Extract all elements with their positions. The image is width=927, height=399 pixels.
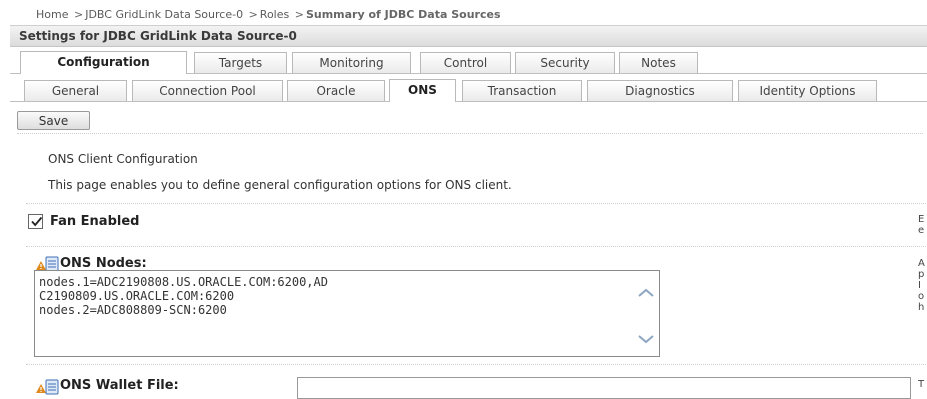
ons-nodes-help: A p I o h bbox=[918, 258, 927, 313]
checkmark-icon bbox=[31, 216, 43, 227]
ons-wallet-file-input[interactable] bbox=[297, 377, 911, 399]
breadcrumb-separator: > bbox=[73, 8, 84, 21]
breadcrumb-separator: > bbox=[248, 8, 258, 21]
chevron-up-icon[interactable] bbox=[637, 287, 655, 299]
tab-targets[interactable]: Targets bbox=[194, 52, 287, 73]
subtab-transaction[interactable]: Transaction bbox=[462, 80, 582, 101]
breadcrumb-datasource-link[interactable]: JDBC GridLink Data Source-0 bbox=[85, 8, 243, 21]
section-description: This page enables you to define general … bbox=[48, 178, 512, 192]
subtab-identity-options[interactable]: Identity Options bbox=[738, 80, 877, 101]
settings-header: Settings for JDBC GridLink Data Source-0 bbox=[10, 25, 927, 47]
fan-enabled-help-text: E e bbox=[918, 214, 925, 236]
ons-wallet-file-help-text: T bbox=[918, 379, 925, 390]
breadcrumb-separator: > bbox=[294, 8, 304, 21]
save-button[interactable]: Save bbox=[17, 111, 90, 130]
section-title: ONS Client Configuration bbox=[48, 152, 198, 166]
row-divider bbox=[26, 246, 926, 247]
tab-monitoring[interactable]: Monitoring bbox=[292, 52, 411, 73]
breadcrumb-roles-link[interactable]: Roles bbox=[260, 8, 289, 21]
ons-wallet-file-help: T bbox=[918, 379, 927, 390]
sub-tabs: General Connection Pool Oracle ONS Trans… bbox=[10, 78, 927, 102]
breadcrumb-home-link[interactable]: Home bbox=[36, 8, 68, 21]
tab-control[interactable]: Control bbox=[420, 52, 511, 73]
tab-notes[interactable]: Notes bbox=[619, 52, 698, 73]
ons-nodes-label: ONS Nodes: bbox=[60, 256, 147, 271]
ons-nodes-textarea[interactable]: nodes.1=ADC2190808.US.ORACLE.COM:6200,AD… bbox=[34, 270, 660, 357]
ons-wallet-file-label: ONS Wallet File: bbox=[60, 378, 179, 393]
toolbar-divider bbox=[17, 133, 923, 134]
row-divider bbox=[26, 364, 926, 365]
breadcrumb-current: Summary of JDBC Data Sources bbox=[305, 8, 501, 21]
main-tabs: Configuration Targets Monitoring Control… bbox=[10, 48, 927, 76]
section-divider bbox=[26, 203, 926, 204]
fan-enabled-help: E e bbox=[918, 214, 927, 236]
chevron-down-icon[interactable] bbox=[637, 333, 655, 345]
subtab-ons[interactable]: ONS bbox=[389, 79, 456, 102]
subtab-diagnostics[interactable]: Diagnostics bbox=[587, 80, 733, 101]
ons-nodes-value: nodes.1=ADC2190808.US.ORACLE.COM:6200,AD… bbox=[39, 275, 328, 317]
subtab-connection-pool[interactable]: Connection Pool bbox=[132, 80, 283, 101]
subtab-oracle[interactable]: Oracle bbox=[287, 80, 385, 101]
fan-enabled-label: Fan Enabled bbox=[50, 214, 140, 229]
tab-configuration[interactable]: Configuration bbox=[20, 51, 187, 74]
breadcrumb: Home > JDBC GridLink Data Source-0 > Roles… bbox=[36, 8, 501, 21]
page-title: Settings for JDBC GridLink Data Source-0 bbox=[19, 29, 297, 43]
subtab-general[interactable]: General bbox=[24, 80, 127, 101]
info-help-icon[interactable] bbox=[35, 379, 59, 395]
fan-enabled-checkbox[interactable] bbox=[28, 214, 43, 229]
tab-security[interactable]: Security bbox=[515, 52, 615, 73]
ons-nodes-help-text: A p I o h bbox=[918, 258, 925, 313]
